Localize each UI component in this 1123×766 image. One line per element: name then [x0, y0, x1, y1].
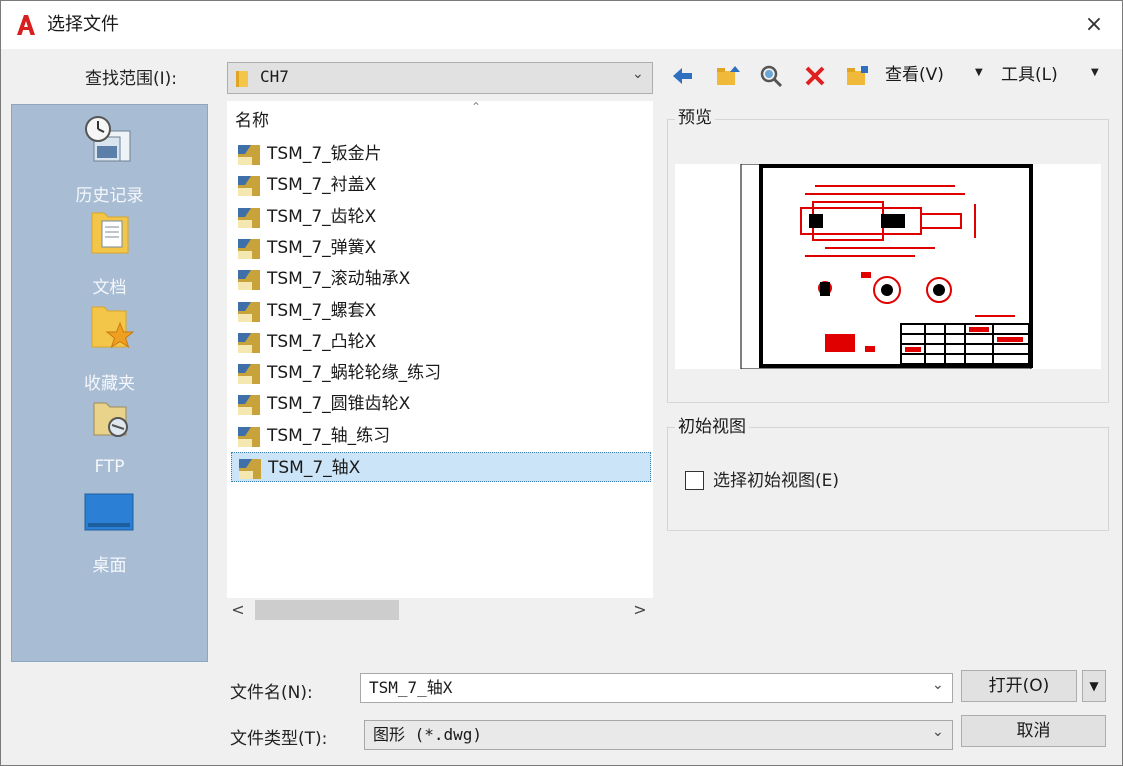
dwg-file-icon — [238, 301, 260, 322]
initial-view-checkbox[interactable] — [685, 471, 704, 490]
documents-icon — [91, 212, 129, 254]
delete-icon[interactable] — [801, 62, 829, 90]
file-item[interactable]: TSM_7_弹簧X — [231, 233, 651, 263]
dialog-title: 选择文件 — [47, 14, 119, 35]
initial-view-title: 初始视图 — [675, 417, 749, 437]
open-options-dropdown-icon[interactable]: ▼ — [1082, 670, 1106, 702]
select-file-dialog: 选择文件 × 查找范围(I): CH7 ⌄ 查看(V) ▼ 工具(L) ▼ 历史… — [0, 0, 1123, 766]
scroll-thumb[interactable] — [255, 600, 399, 620]
file-item[interactable]: TSM_7_齿轮X — [231, 202, 651, 232]
place-label: FTP — [94, 457, 125, 477]
initial-view-checkbox-label[interactable]: 选择初始视图(E) — [713, 471, 839, 491]
chevron-down-icon: ⌄ — [932, 724, 944, 740]
file-name: TSM_7_齿轮X — [267, 206, 377, 227]
file-name: TSM_7_衬盖X — [267, 175, 377, 196]
file-item[interactable]: TSM_7_滚动轴承X — [231, 264, 651, 294]
file-item[interactable]: TSM_7_圆锥齿轮X — [231, 389, 651, 419]
place-documents[interactable]: 文档 — [12, 205, 207, 298]
file-item[interactable]: TSM_7_凸轮X — [231, 327, 651, 357]
file-name: TSM_7_凸轮X — [267, 331, 377, 352]
dwg-file-icon — [238, 145, 260, 165]
dwg-file-icon — [238, 207, 260, 228]
drawing-thumbnail — [740, 163, 1033, 370]
dwg-file-icon — [238, 395, 260, 416]
lookin-dropdown[interactable]: CH7 ⌄ — [227, 62, 653, 94]
view-menu[interactable]: 查看(V) — [885, 65, 944, 85]
filetype-label: 文件类型(T): — [230, 729, 328, 749]
ftp-icon — [93, 402, 128, 437]
chevron-down-icon: ⌄ — [632, 66, 644, 82]
scroll-right-icon[interactable]: > — [629, 599, 651, 621]
filetype-dropdown[interactable]: 图形 (*.dwg) ⌄ — [364, 720, 953, 750]
lookin-label: 查找范围(I): — [85, 69, 178, 89]
place-label: 收藏夹 — [84, 374, 135, 394]
place-ftp[interactable]: FTP — [12, 393, 207, 483]
lookin-value: CH7 — [260, 67, 289, 86]
history-icon — [85, 116, 131, 162]
dwg-file-icon — [239, 459, 261, 479]
create-folder-icon[interactable] — [843, 62, 871, 90]
dwg-file-icon — [238, 332, 260, 353]
search-web-icon[interactable] — [757, 62, 785, 90]
place-label: 文档 — [92, 278, 127, 298]
preview-image — [675, 163, 1101, 370]
name-column-header[interactable]: 名称 — [235, 111, 269, 131]
preview-title: 预览 — [675, 108, 715, 128]
tools-caret-icon[interactable]: ▼ — [1091, 67, 1099, 78]
up-folder-icon[interactable] — [713, 62, 741, 90]
favorites-icon — [91, 306, 134, 349]
close-icon[interactable]: × — [1081, 12, 1107, 38]
file-name: TSM_7_钣金片 — [267, 144, 382, 164]
folder-icon — [236, 71, 248, 87]
dwg-file-icon — [238, 238, 260, 259]
autocad-app-icon — [17, 15, 35, 35]
place-label: 历史记录 — [75, 186, 144, 206]
file-item[interactable]: TSM_7_钣金片 — [231, 139, 651, 169]
file-item[interactable]: TSM_7_轴_练习 — [231, 421, 651, 451]
file-list[interactable]: 名称 ⌃ TSM_7_钣金片 TSM_7_衬盖X TSM_7_齿轮X TSM_7_弹簧… — [227, 100, 653, 598]
file-name: TSM_7_滚动轴承X — [267, 269, 411, 290]
dwg-file-icon — [238, 270, 260, 291]
file-item[interactable]: TSM_7_轴X — [231, 452, 651, 482]
back-arrow-icon[interactable] — [669, 62, 697, 90]
filename-input[interactable]: TSM_7_轴X ⌄ — [360, 673, 953, 703]
file-name: TSM_7_轴X — [268, 458, 361, 478]
file-item[interactable]: TSM_7_蜗轮轮缘_练习 — [231, 358, 651, 388]
place-desktop[interactable]: 桌面 — [12, 487, 207, 577]
filename-label: 文件名(N): — [230, 683, 313, 703]
sort-ascending-icon: ⌃ — [471, 100, 482, 114]
file-name: TSM_7_蜗轮轮缘_练习 — [267, 363, 442, 384]
place-history[interactable]: 历史记录 — [12, 111, 207, 206]
file-item[interactable]: TSM_7_螺套X — [231, 296, 651, 326]
dwg-file-icon — [238, 364, 260, 385]
filetype-value: 图形 (*.dwg) — [373, 725, 483, 744]
view-caret-icon[interactable]: ▼ — [975, 67, 983, 78]
cancel-button[interactable]: 取消 — [961, 715, 1106, 747]
file-item[interactable]: TSM_7_衬盖X — [231, 170, 651, 200]
place-favorites[interactable]: 收藏夹 — [12, 299, 207, 394]
file-name: TSM_7_螺套X — [267, 300, 377, 321]
file-name: TSM_7_轴_练习 — [267, 425, 391, 446]
dwg-file-icon — [238, 176, 260, 197]
title-bar: 选择文件 × — [1, 1, 1122, 49]
place-label: 桌面 — [92, 556, 127, 576]
desktop-icon — [84, 493, 134, 531]
horizontal-scrollbar[interactable]: < > — [227, 598, 653, 622]
tools-menu[interactable]: 工具(L) — [1001, 65, 1058, 85]
file-name: TSM_7_弹簧X — [267, 237, 377, 258]
open-button[interactable]: 打开(O) — [961, 670, 1077, 702]
filename-value: TSM_7_轴X — [369, 678, 453, 697]
dwg-file-icon — [238, 426, 260, 447]
file-name: TSM_7_圆锥齿轮X — [267, 394, 411, 415]
scroll-left-icon[interactable]: < — [227, 599, 249, 621]
chevron-down-icon[interactable]: ⌄ — [932, 677, 946, 693]
places-bar: 历史记录 文档 收藏夹 FTP 桌面 — [11, 104, 208, 662]
